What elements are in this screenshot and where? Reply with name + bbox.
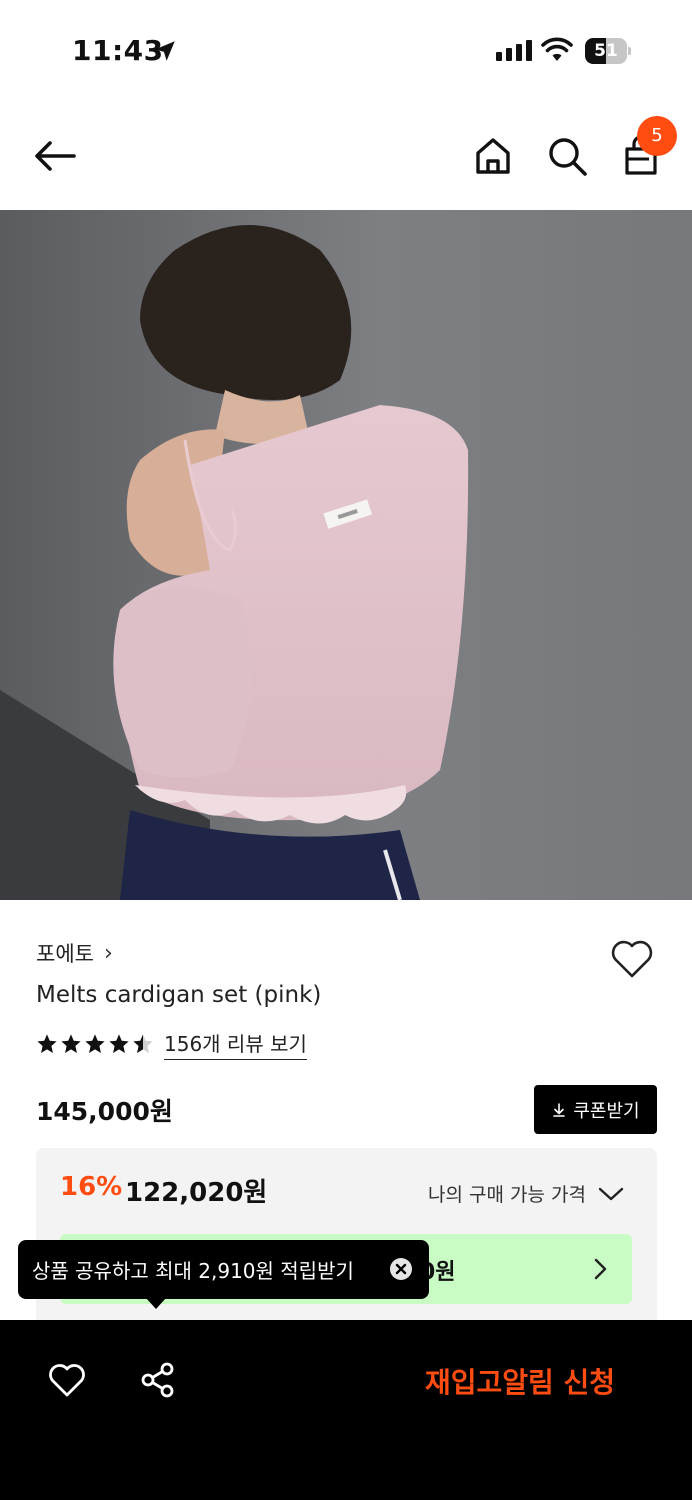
tooltip-pointer [146,1298,166,1309]
heart-outline-icon [611,940,653,978]
arrow-left-icon [35,141,76,171]
chevron-right-icon: › [103,940,113,966]
wifi-icon [541,37,573,61]
product-photo[interactable] [0,210,692,900]
heart-outline-icon [49,1364,85,1397]
home-icon [476,138,510,174]
battery-icon: 51 [585,38,631,64]
coupon-label: 쿠폰받기 [573,1100,640,1122]
star-icon [85,1034,105,1053]
close-icon [390,1258,412,1280]
star-icon [37,1034,57,1053]
brand-link[interactable]: 포에토 › [36,938,113,968]
restock-alert-button[interactable]: 재입고알림 신청 [400,1356,640,1406]
product-photo-illustration [0,210,692,900]
share-icon [141,1362,174,1398]
battery-level: 51 [594,41,618,61]
reviews-link[interactable]: 156개 리뷰 보기 [164,1028,307,1060]
coupon-download-button[interactable]: 쿠폰받기 [534,1085,657,1134]
top-navigation [0,100,692,210]
bottom-action-bar [0,1320,692,1500]
share-button[interactable] [138,1360,178,1400]
location-arrow-icon [155,41,175,61]
search-icon [549,138,587,176]
rating-stars [36,1033,154,1055]
product-name: Melts cardigan set (pink) [36,982,322,1008]
tooltip-close-button[interactable] [389,1257,413,1281]
home-button[interactable] [471,134,515,178]
discount-percent: 16% [60,1172,123,1202]
status-time: 11:43 [72,34,164,67]
my-price-label: 나의 구매 가능 가격 [428,1184,586,1206]
original-price: 145,000원 [36,1097,173,1126]
chevron-right-icon [594,1258,607,1280]
like-button[interactable] [47,1361,87,1399]
cellular-signal-icon [496,40,532,61]
star-icon [109,1034,129,1053]
discounted-price: 122,020원 [125,1178,268,1208]
half-star-icon [133,1034,153,1053]
wishlist-button[interactable] [609,936,655,980]
search-button[interactable] [545,134,589,178]
status-bar: 11:43 51 [0,0,692,100]
cart-count-badge: 5 [637,116,677,156]
brand-name: 포에토 [36,942,94,966]
chevron-down-icon [598,1187,624,1200]
download-icon [553,1102,566,1117]
rating-row: 156개 리뷰 보기 [36,1028,307,1060]
star-icon [61,1034,81,1053]
back-button[interactable] [30,136,80,176]
my-price-toggle[interactable]: 나의 구매 가능 가격 [428,1180,624,1207]
tooltip-text: 상품 공유하고 최대 2,910원 적립받기 [32,1259,354,1283]
